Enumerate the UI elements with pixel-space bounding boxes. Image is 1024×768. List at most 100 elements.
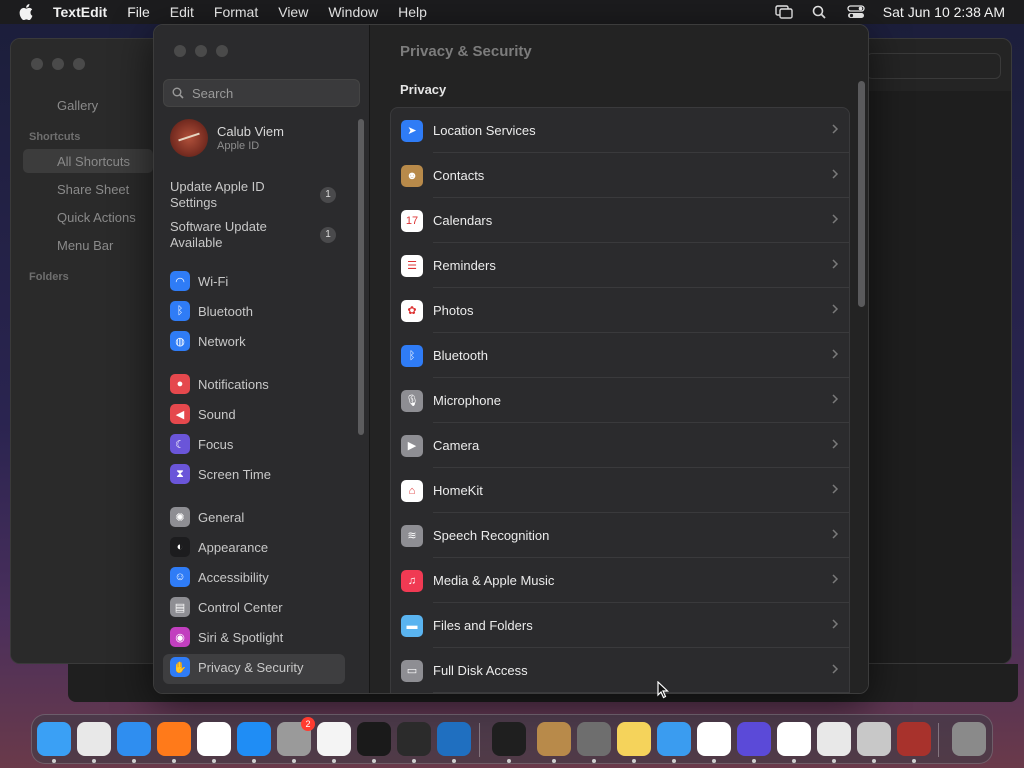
- quick-actions-item[interactable]: Quick Actions: [57, 210, 136, 225]
- privacy-row-bluetooth[interactable]: ᛒ Bluetooth: [391, 333, 849, 378]
- minimize-button[interactable]: [52, 58, 64, 70]
- menu-app-name[interactable]: TextEdit: [53, 4, 107, 20]
- reminders-dock-icon[interactable]: [697, 722, 731, 756]
- privacy-row-photos[interactable]: ✿ Photos: [391, 288, 849, 333]
- search-placeholder: Search: [192, 85, 234, 101]
- textedit-icon[interactable]: [317, 722, 351, 756]
- apple-menu-icon[interactable]: [19, 4, 33, 20]
- running-indicator: [832, 759, 836, 763]
- music-note-icon: ♫: [401, 569, 423, 592]
- news-icon[interactable]: [777, 722, 811, 756]
- privacy-row-label: Speech Recognition: [433, 528, 550, 543]
- software-update-badge: 1: [320, 227, 336, 243]
- zoom-button[interactable]: [73, 58, 85, 70]
- screen-mirroring-icon[interactable]: [775, 5, 793, 19]
- garageband-icon[interactable]: [397, 722, 431, 756]
- launchpad-icon[interactable]: [77, 722, 111, 756]
- menu-file[interactable]: File: [127, 4, 150, 20]
- finder-icon[interactable]: [37, 722, 71, 756]
- control-center-icon: ▤: [170, 597, 190, 617]
- sidebar-item-focus[interactable]: ☾ Focus: [170, 434, 233, 454]
- shortcuts-search-field[interactable]: [866, 53, 1001, 79]
- running-indicator: [372, 759, 376, 763]
- sidebar-item-privacy-security[interactable]: ✋ Privacy & Security: [170, 657, 303, 677]
- trash-icon[interactable]: [952, 722, 986, 756]
- apple-id-account[interactable]: Calub Viem Apple ID: [170, 119, 284, 157]
- all-shortcuts-item[interactable]: All Shortcuts: [57, 154, 130, 169]
- notes-icon[interactable]: [617, 722, 651, 756]
- sidebar-item-bluetooth[interactable]: ᛒ Bluetooth: [170, 301, 253, 321]
- running-indicator: [872, 759, 876, 763]
- update-apple-id-item[interactable]: Update Apple ID Settings: [170, 179, 310, 211]
- weather-icon[interactable]: [657, 722, 691, 756]
- privacy-row-files-and-folders[interactable]: ▬ Files and Folders: [391, 603, 849, 648]
- privacy-list: ➤ Location Services ☻ Contacts 17 Calendars ☰ R…: [390, 107, 850, 693]
- dictionary-icon[interactable]: [897, 722, 931, 756]
- terminal-icon[interactable]: [357, 722, 391, 756]
- search-field[interactable]: Search: [163, 79, 360, 107]
- font-book-icon[interactable]: [817, 722, 851, 756]
- content-scrollbar[interactable]: [858, 81, 865, 307]
- sidebar-item-accessibility[interactable]: ☺ Accessibility: [170, 567, 269, 587]
- sidebar-item-siri-spotlight[interactable]: ◉ Siri & Spotlight: [170, 627, 283, 647]
- menu-bar-clock[interactable]: Sat Jun 10 2:38 AM: [883, 4, 1005, 20]
- privacy-row-calendars[interactable]: 17 Calendars: [391, 198, 849, 243]
- moon-icon: ☾: [170, 434, 190, 454]
- share-sheet-item[interactable]: Share Sheet: [57, 182, 129, 197]
- close-button[interactable]: [31, 58, 43, 70]
- zoom-button[interactable]: [216, 45, 228, 57]
- update-count-badge: 1: [320, 187, 336, 203]
- chevron-right-icon: [832, 214, 839, 224]
- privacy-row-full-disk-access[interactable]: ▭ Full Disk Access: [391, 648, 849, 693]
- calendar-icon: 17: [401, 209, 423, 232]
- sidebar-item-notifications[interactable]: ● Notifications: [170, 374, 269, 394]
- sidebar-item-general[interactable]: ✺ General: [170, 507, 244, 527]
- chrome-icon[interactable]: [197, 722, 231, 756]
- sidebar-item-wi-fi[interactable]: ◠ Wi-Fi: [170, 271, 228, 291]
- sidebar-item-sound[interactable]: ◀ Sound: [170, 404, 236, 424]
- privacy-row-camera[interactable]: ▶ Camera: [391, 423, 849, 468]
- software-update-item[interactable]: Software Update Available: [170, 219, 310, 251]
- menu-edit[interactable]: Edit: [170, 4, 194, 20]
- privacy-row-media-apple-music[interactable]: ♫ Media & Apple Music: [391, 558, 849, 603]
- menu-format[interactable]: Format: [214, 4, 258, 20]
- sidebar-item-control-center[interactable]: ▤ Control Center: [170, 597, 283, 617]
- sidebar-item-appearance[interactable]: ◐ Appearance: [170, 537, 268, 557]
- menu-help[interactable]: Help: [398, 4, 427, 20]
- row-divider: [433, 692, 849, 693]
- menu-bar-item[interactable]: Menu Bar: [57, 238, 113, 253]
- privacy-row-microphone[interactable]: 🎙 Microphone: [391, 378, 849, 423]
- shortcuts-icon[interactable]: [737, 722, 771, 756]
- privacy-row-label: HomeKit: [433, 483, 483, 498]
- activity-monitor-icon[interactable]: [492, 722, 526, 756]
- privacy-row-label: Microphone: [433, 393, 501, 408]
- privacy-row-location-services[interactable]: ➤ Location Services: [391, 108, 849, 153]
- hand-icon: ✋: [170, 657, 190, 677]
- safari-icon[interactable]: [117, 722, 151, 756]
- sidebar-item-screen-time[interactable]: ⧗ Screen Time: [170, 464, 271, 484]
- chess-icon[interactable]: [857, 722, 891, 756]
- sidebar-item-network[interactable]: ◍ Network: [170, 331, 246, 351]
- app-store-icon[interactable]: [237, 722, 271, 756]
- firefox-icon[interactable]: [157, 722, 191, 756]
- contacts-dock-icon[interactable]: [537, 722, 571, 756]
- privacy-row-contacts[interactable]: ☻ Contacts: [391, 153, 849, 198]
- account-subtitle: Apple ID: [217, 140, 260, 152]
- avatar: [170, 119, 208, 157]
- privacy-row-reminders[interactable]: ☰ Reminders: [391, 243, 849, 288]
- vscode-icon[interactable]: [437, 722, 471, 756]
- chevron-right-icon: [832, 304, 839, 314]
- menu-window[interactable]: Window: [328, 4, 378, 20]
- chevron-right-icon: [832, 394, 839, 404]
- close-button[interactable]: [174, 45, 186, 57]
- spotlight-search-icon[interactable]: [811, 5, 829, 19]
- control-center-toggle-icon[interactable]: [847, 5, 865, 19]
- menu-view[interactable]: View: [278, 4, 308, 20]
- sidebar-scrollbar[interactable]: [358, 119, 364, 435]
- sidebar-item-label: Siri & Spotlight: [198, 629, 284, 645]
- gallery-item[interactable]: Gallery: [57, 98, 98, 113]
- screenshot-icon[interactable]: [577, 722, 611, 756]
- minimize-button[interactable]: [195, 45, 207, 57]
- privacy-row-homekit[interactable]: ⌂ HomeKit: [391, 468, 849, 513]
- privacy-row-speech-recognition[interactable]: ≋ Speech Recognition: [391, 513, 849, 558]
